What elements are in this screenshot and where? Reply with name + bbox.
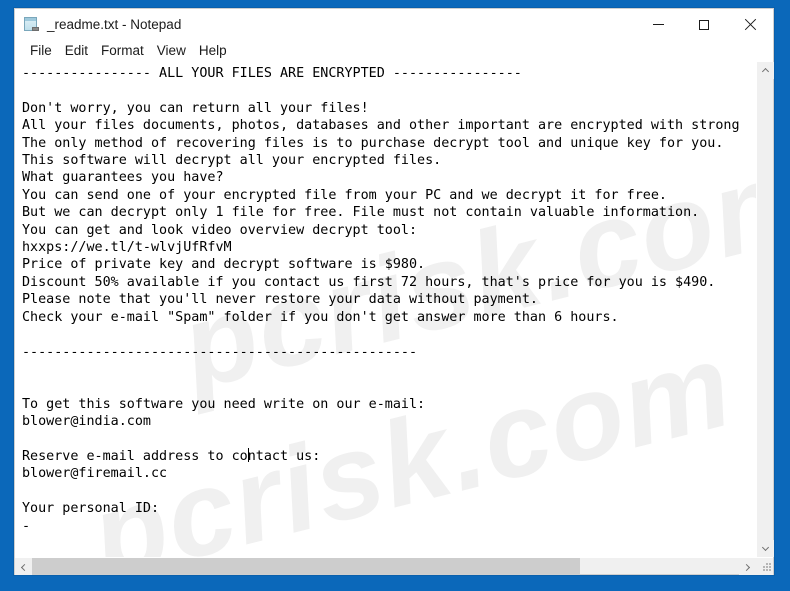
title-bar[interactable]: _readme.txt - Notepad — [15, 9, 773, 40]
title-bar-left: _readme.txt - Notepad — [15, 16, 635, 33]
horizontal-scrollbar-row — [15, 557, 773, 575]
chevron-left-icon — [20, 563, 27, 570]
editor-row: pcrisk.com pcrisk.com ---------------- A… — [15, 62, 774, 557]
note-body-before-caret: ---------------- ALL YOUR FILES ARE ENCR… — [22, 66, 740, 464]
scroll-left-button[interactable] — [15, 558, 32, 575]
text-editor[interactable]: pcrisk.com pcrisk.com ---------------- A… — [15, 62, 756, 557]
close-button[interactable] — [727, 9, 773, 40]
editor-area: pcrisk.com pcrisk.com ---------------- A… — [15, 62, 774, 575]
scroll-up-button[interactable] — [756, 62, 774, 79]
minimize-button[interactable] — [635, 9, 681, 40]
horizontal-scrollbar[interactable] — [15, 558, 756, 575]
maximize-button[interactable] — [681, 9, 727, 40]
chevron-right-icon — [744, 563, 751, 570]
desktop-background: _readme.txt - Notepad File Edit Format V… — [0, 0, 790, 591]
menu-item-format[interactable]: Format — [95, 43, 151, 60]
vertical-scrollbar[interactable] — [756, 62, 774, 557]
notepad-window: _readme.txt - Notepad File Edit Format V… — [14, 8, 774, 575]
ransom-note-text[interactable]: ---------------- ALL YOUR FILES ARE ENCR… — [15, 62, 756, 535]
menu-item-file[interactable]: File — [24, 43, 59, 60]
menu-item-view[interactable]: View — [151, 43, 193, 60]
maximize-icon — [699, 19, 709, 30]
horizontal-scroll-thumb[interactable] — [32, 558, 581, 574]
scroll-down-button[interactable] — [756, 540, 774, 557]
chevron-down-icon — [762, 545, 769, 552]
notepad-icon — [23, 16, 40, 33]
menu-item-edit[interactable]: Edit — [59, 43, 95, 60]
window-title: _readme.txt - Notepad — [47, 16, 182, 32]
minimize-icon — [652, 24, 664, 25]
window-controls — [635, 9, 773, 40]
chevron-up-icon — [762, 67, 769, 74]
menu-item-help[interactable]: Help — [193, 43, 234, 60]
resize-grip[interactable] — [756, 558, 773, 575]
close-icon — [744, 19, 756, 31]
scroll-right-button[interactable] — [739, 558, 756, 575]
menu-bar: File Edit Format View Help — [15, 40, 773, 62]
